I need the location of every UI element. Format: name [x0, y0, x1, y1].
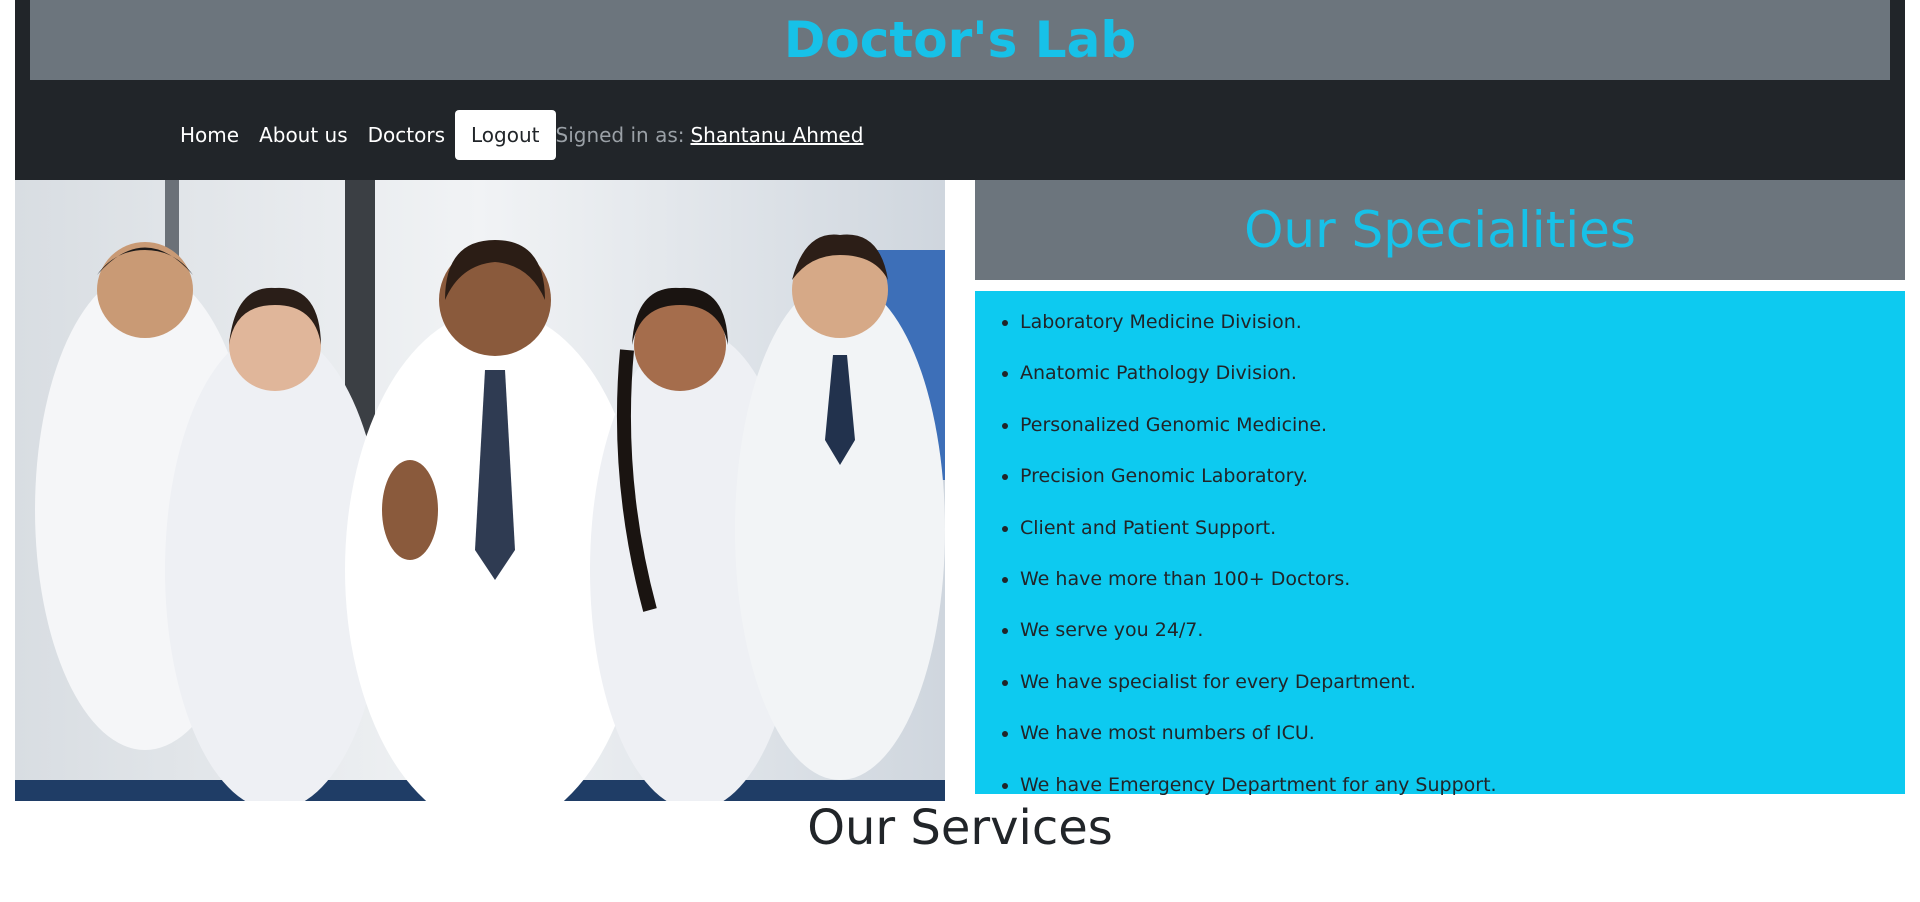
main-nav: Home About us Doctors Logout Signed in a…: [170, 110, 863, 160]
list-item: We have most numbers of ICU.: [1020, 708, 1905, 759]
list-item: Anatomic Pathology Division.: [1020, 348, 1905, 399]
specialities-panel: Our Specialities Laboratory Medicine Div…: [975, 180, 1905, 796]
user-name-link[interactable]: Shantanu Ahmed: [690, 123, 863, 147]
list-item: Client and Patient Support.: [1020, 503, 1905, 554]
signed-in-label: Signed in as:: [555, 123, 685, 147]
list-item: We serve you 24/7.: [1020, 605, 1905, 656]
list-item: We have specialist for every Department.: [1020, 657, 1905, 708]
specialities-title: Our Specialities: [1244, 201, 1636, 259]
list-item: Personalized Genomic Medicine.: [1020, 400, 1905, 451]
brand-title: Doctor's Lab: [783, 11, 1137, 69]
specialities-list: Laboratory Medicine Division. Anatomic P…: [975, 291, 1905, 796]
page-frame: Doctor's Lab Home About us Doctors Logou…: [15, 0, 1905, 802]
nav-about-link[interactable]: About us: [249, 110, 358, 160]
list-item: Precision Genomic Laboratory.: [1020, 451, 1905, 502]
main-content: Our Specialities Laboratory Medicine Div…: [15, 180, 1905, 802]
doctors-team-image: [15, 180, 945, 801]
services-title: Our Services: [807, 800, 1113, 856]
site-header: Doctor's Lab Home About us Doctors Logou…: [15, 0, 1905, 180]
brand-bar: Doctor's Lab: [30, 0, 1890, 80]
logout-button[interactable]: Logout: [455, 110, 556, 160]
nav-home-link[interactable]: Home: [170, 110, 249, 160]
specialities-header: Our Specialities: [975, 180, 1905, 280]
list-item: Laboratory Medicine Division.: [1020, 297, 1905, 348]
list-item: We have more than 100+ Doctors.: [1020, 554, 1905, 605]
nav-doctors-link[interactable]: Doctors: [358, 110, 455, 160]
